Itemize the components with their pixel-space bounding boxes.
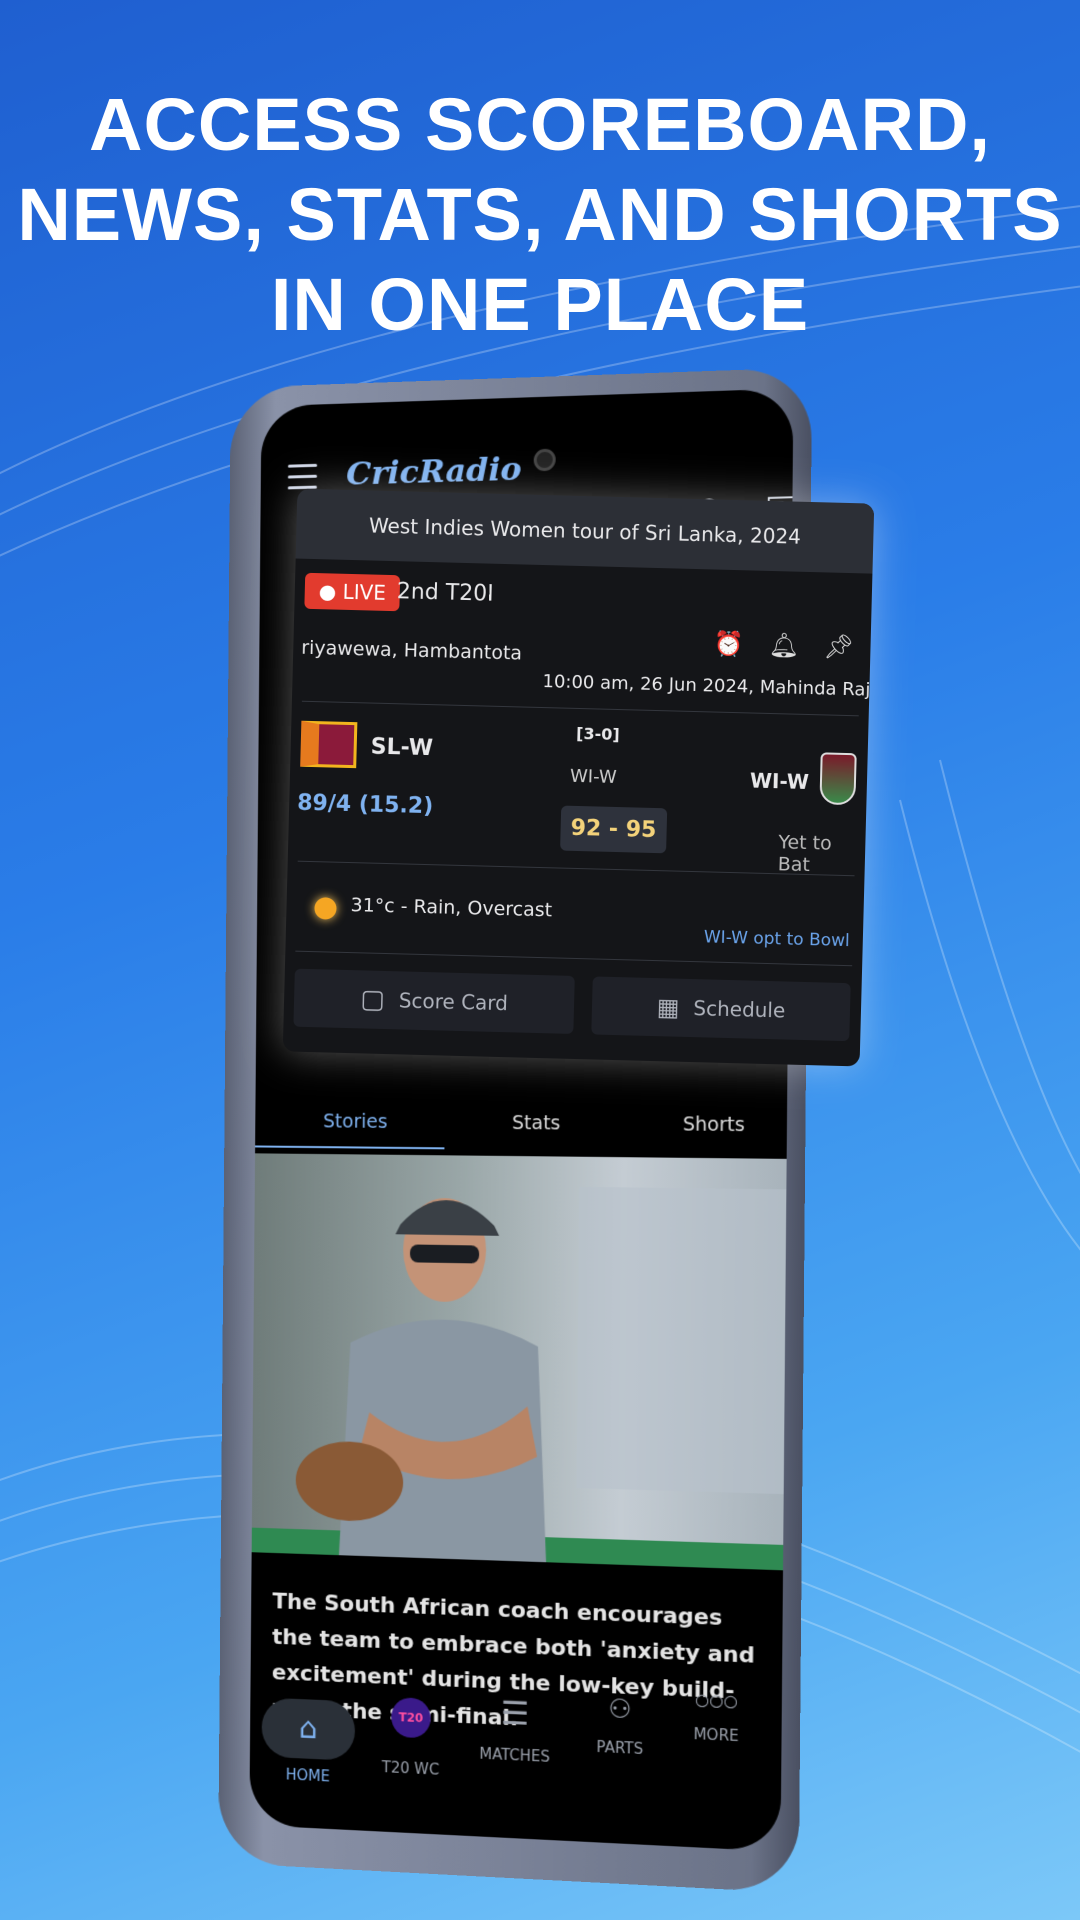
- headline: ACCESS SCOREBOARD, NEWS, STATS, AND SHOR…: [0, 80, 1080, 350]
- west-indies-crest-icon: [819, 752, 857, 806]
- bottom-nav: ⌂ HOME T20 T20 WC ☰ MATCHES ⚇ PARTS ○○○ …: [249, 1677, 782, 1851]
- scorecard-label: Score Card: [398, 988, 509, 1016]
- home-icon: ⌂: [261, 1697, 356, 1761]
- tab-stories[interactable]: Stories: [323, 1111, 387, 1133]
- tab-stats[interactable]: Stats: [512, 1112, 561, 1134]
- schedule-button[interactable]: ▦ Schedule: [591, 976, 851, 1042]
- live-match-card[interactable]: West Indies Women tour of Sri Lanka, 202…: [282, 488, 875, 1067]
- headline-line: IN ONE PLACE: [270, 263, 810, 346]
- tab-indicator: [255, 1145, 445, 1150]
- team1-score: 89/4 (15.2): [296, 790, 434, 820]
- venue: riyawewa, Hambantota: [301, 636, 523, 665]
- nav-home[interactable]: ⌂ HOME: [259, 1697, 357, 1786]
- live-badge: ● LIVE: [304, 572, 401, 612]
- match-number: 2nd T20I: [396, 579, 494, 607]
- series-score: [3-0]: [575, 723, 620, 745]
- nav-parts[interactable]: ⚇ PARTS: [569, 1693, 670, 1760]
- nav-more[interactable]: ○○○ MORE: [665, 1688, 767, 1746]
- match-datetime: 10:00 am, 26 Jun 2024, Mahinda Rajapaks: [542, 671, 875, 703]
- team2-name: WI-W: [749, 768, 810, 795]
- team1-name: SL-W: [370, 734, 434, 762]
- clipboard-icon: ☰: [500, 1693, 530, 1733]
- nav-label: MATCHES: [479, 1744, 551, 1766]
- nav-label: MORE: [693, 1724, 739, 1746]
- nav-label: HOME: [285, 1765, 331, 1786]
- alarm-icon[interactable]: ⏰: [713, 629, 744, 658]
- sri-lanka-flag-icon: [300, 720, 358, 769]
- series-title: West Indies Women tour of Sri Lanka, 202…: [295, 488, 875, 574]
- weather: 31°c - Rain, Overcast: [350, 894, 553, 922]
- story-image[interactable]: [251, 1153, 787, 1571]
- scorecard-icon: ▢: [359, 984, 386, 1016]
- sun-icon: [314, 897, 337, 920]
- schedule-label: Schedule: [693, 996, 786, 1023]
- app-logo: CricRadio: [346, 449, 522, 493]
- pin-icon[interactable]: 📌︎: [823, 632, 854, 661]
- center-team: WI-W: [569, 765, 617, 788]
- toss-result: WI-W opt to Bowl: [703, 927, 850, 952]
- tab-shorts[interactable]: Shorts: [683, 1113, 745, 1136]
- headline-line: ACCESS SCOREBOARD,: [89, 83, 991, 166]
- calendar-icon: ▦: [656, 993, 680, 1022]
- odds-badge: 92 - 95: [560, 805, 667, 854]
- scorecard-button[interactable]: ▢ Score Card: [293, 968, 575, 1034]
- nav-t20wc[interactable]: T20 T20 WC: [361, 1696, 460, 1780]
- people-icon: ⚇: [608, 1694, 632, 1726]
- coach-photo: [251, 1186, 787, 1571]
- headline-line: NEWS, STATS, AND SHORTS: [17, 173, 1063, 256]
- t20-wc-logo-icon: T20: [391, 1697, 431, 1739]
- camera-cutout: [533, 448, 556, 472]
- nav-label: T20 WC: [381, 1758, 440, 1779]
- more-dots-icon: ○○○: [695, 1689, 738, 1711]
- nav-matches[interactable]: ☰ MATCHES: [465, 1692, 565, 1766]
- nav-label: PARTS: [596, 1737, 644, 1759]
- content-tabs: Stories Stats Shorts: [255, 1086, 787, 1161]
- live-label: LIVE: [342, 579, 387, 605]
- team2-status: Yet to Bat: [777, 831, 832, 877]
- bell-icon[interactable]: 🔔︎: [768, 631, 799, 660]
